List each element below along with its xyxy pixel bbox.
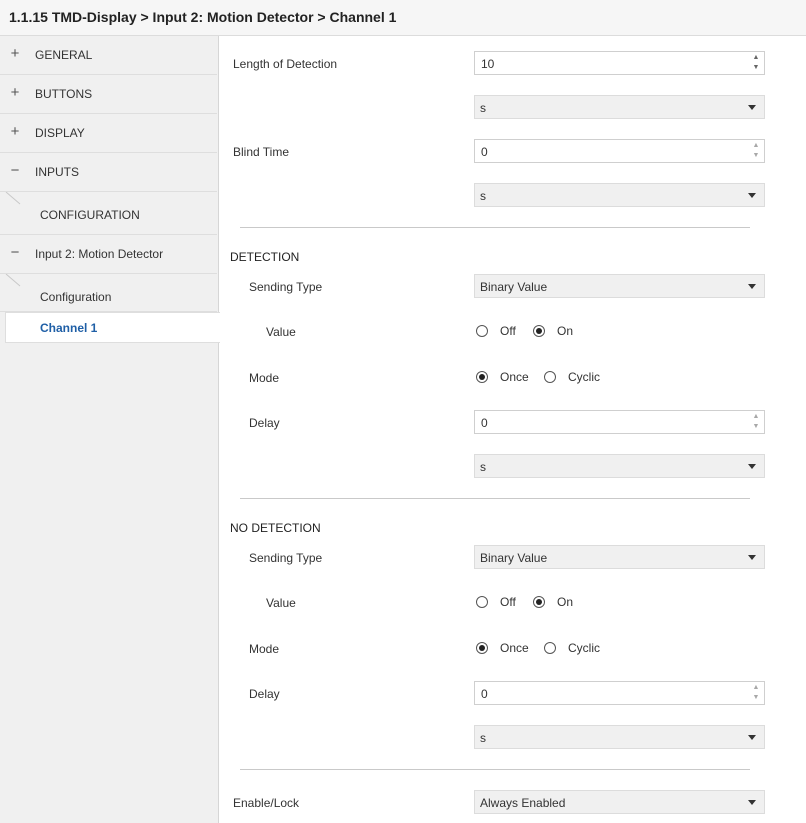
- decrement-icon[interactable]: ▼: [752, 64, 760, 72]
- divider: [240, 498, 750, 499]
- detection-delay-input[interactable]: 0 ▲ ▼: [474, 410, 765, 434]
- sidebar-item-inputs[interactable]: − INPUTS: [0, 153, 217, 192]
- sidebar-item-label: DISPLAY: [35, 126, 85, 140]
- detection-value-off-radio[interactable]: Off: [476, 324, 526, 340]
- chevron-down-icon: [748, 735, 756, 740]
- sidebar-item-input2-configuration[interactable]: Configuration: [0, 274, 217, 312]
- sidebar-item-configuration[interactable]: CONFIGURATION: [0, 192, 217, 235]
- length-of-detection-unit-select[interactable]: s: [474, 95, 765, 119]
- increment-icon[interactable]: ▲: [752, 413, 760, 421]
- no-detection-sending-type-label: Sending Type: [249, 551, 323, 565]
- chevron-down-icon: [748, 193, 756, 198]
- sidebar-item-label: CONFIGURATION: [40, 208, 140, 222]
- no-detection-delay-label: Delay: [249, 687, 280, 701]
- decrement-icon[interactable]: ▼: [752, 694, 760, 702]
- radio-unchecked-icon: [476, 596, 488, 608]
- length-of-detection-label: Length of Detection: [233, 57, 338, 71]
- no-detection-mode-cyclic-radio[interactable]: Cyclic: [544, 641, 604, 657]
- tree-branch-icon: [5, 192, 21, 205]
- detection-value-on-radio[interactable]: On: [533, 324, 583, 340]
- chevron-down-icon: [748, 284, 756, 289]
- collapse-icon: −: [10, 244, 20, 261]
- radio-unchecked-icon: [544, 371, 556, 383]
- increment-icon[interactable]: ▲: [752, 142, 760, 150]
- no-detection-mode-label: Mode: [249, 642, 280, 656]
- radio-checked-icon: [476, 642, 488, 654]
- sidebar-item-label: Input 2: Motion Detector: [35, 247, 164, 261]
- detection-value-label: Value: [266, 325, 296, 339]
- enable-lock-label: Enable/Lock: [233, 796, 300, 810]
- no-detection-value-off-radio[interactable]: Off: [476, 595, 526, 611]
- detection-section-title: DETECTION: [230, 250, 300, 264]
- detection-sending-type-select[interactable]: Binary Value: [474, 274, 765, 298]
- blind-time-label: Blind Time: [233, 145, 290, 159]
- no-detection-section-title: NO DETECTION: [230, 521, 321, 535]
- radio-checked-icon: [533, 596, 545, 608]
- sidebar-item-general[interactable]: + GENERAL: [0, 36, 217, 75]
- expand-icon: +: [10, 123, 20, 140]
- detection-mode-once-radio[interactable]: Once: [476, 370, 536, 386]
- chevron-down-icon: [748, 555, 756, 560]
- spinner-arrows: ▲ ▼: [752, 54, 760, 72]
- sidebar-item-channel-1[interactable]: Channel 1: [5, 312, 220, 343]
- detection-mode-label: Mode: [249, 371, 280, 385]
- blind-time-unit-select[interactable]: s: [474, 183, 765, 207]
- sidebar-item-label: INPUTS: [35, 165, 80, 179]
- breadcrumb-header: 1.1.15 TMD-Display > Input 2: Motion Det…: [0, 0, 806, 36]
- decrement-icon[interactable]: ▼: [752, 152, 760, 160]
- breadcrumb: 1.1.15 TMD-Display > Input 2: Motion Det…: [9, 9, 397, 25]
- collapse-icon: −: [10, 162, 20, 179]
- detection-delay-label: Delay: [249, 416, 280, 430]
- no-detection-value-on-radio[interactable]: On: [533, 595, 583, 611]
- decrement-icon[interactable]: ▼: [752, 423, 760, 431]
- no-detection-delay-input[interactable]: 0 ▲ ▼: [474, 681, 765, 705]
- parameter-panel: Length of Detection 10 ▲ ▼ s Blind Time …: [219, 36, 806, 823]
- sidebar: + GENERAL + BUTTONS + DISPLAY − INPUTS C…: [0, 36, 220, 823]
- sidebar-item-label: GENERAL: [35, 48, 93, 62]
- increment-icon[interactable]: ▲: [752, 54, 760, 62]
- no-detection-sending-type-select[interactable]: Binary Value: [474, 545, 765, 569]
- increment-icon[interactable]: ▲: [752, 684, 760, 692]
- chevron-down-icon: [748, 105, 756, 110]
- sidebar-item-display[interactable]: + DISPLAY: [0, 114, 217, 153]
- radio-checked-icon: [476, 371, 488, 383]
- divider: [240, 769, 750, 770]
- detection-mode-cyclic-radio[interactable]: Cyclic: [544, 370, 604, 386]
- spinner-arrows: ▲ ▼: [752, 684, 760, 702]
- enable-lock-select[interactable]: Always Enabled: [474, 790, 765, 814]
- detection-delay-unit-select[interactable]: s: [474, 454, 765, 478]
- length-of-detection-input[interactable]: 10 ▲ ▼: [474, 51, 765, 75]
- no-detection-value-label: Value: [266, 596, 296, 610]
- sidebar-item-input-2[interactable]: − Input 2: Motion Detector: [0, 235, 217, 274]
- radio-unchecked-icon: [476, 325, 488, 337]
- expand-icon: +: [10, 45, 20, 62]
- detection-sending-type-label: Sending Type: [249, 280, 323, 294]
- sidebar-item-label: BUTTONS: [35, 87, 93, 101]
- no-detection-delay-unit-select[interactable]: s: [474, 725, 765, 749]
- radio-checked-icon: [533, 325, 545, 337]
- expand-icon: +: [10, 84, 20, 101]
- spinner-arrows: ▲ ▼: [752, 142, 760, 160]
- tree-branch-icon: [5, 274, 21, 287]
- chevron-down-icon: [748, 464, 756, 469]
- no-detection-mode-once-radio[interactable]: Once: [476, 641, 536, 657]
- sidebar-item-label: Configuration: [40, 290, 112, 304]
- divider: [240, 227, 750, 228]
- radio-unchecked-icon: [544, 642, 556, 654]
- blind-time-input[interactable]: 0 ▲ ▼: [474, 139, 765, 163]
- spinner-arrows: ▲ ▼: [752, 413, 760, 431]
- sidebar-item-label: Channel 1: [40, 321, 98, 335]
- sidebar-item-buttons[interactable]: + BUTTONS: [0, 75, 217, 114]
- chevron-down-icon: [748, 800, 756, 805]
